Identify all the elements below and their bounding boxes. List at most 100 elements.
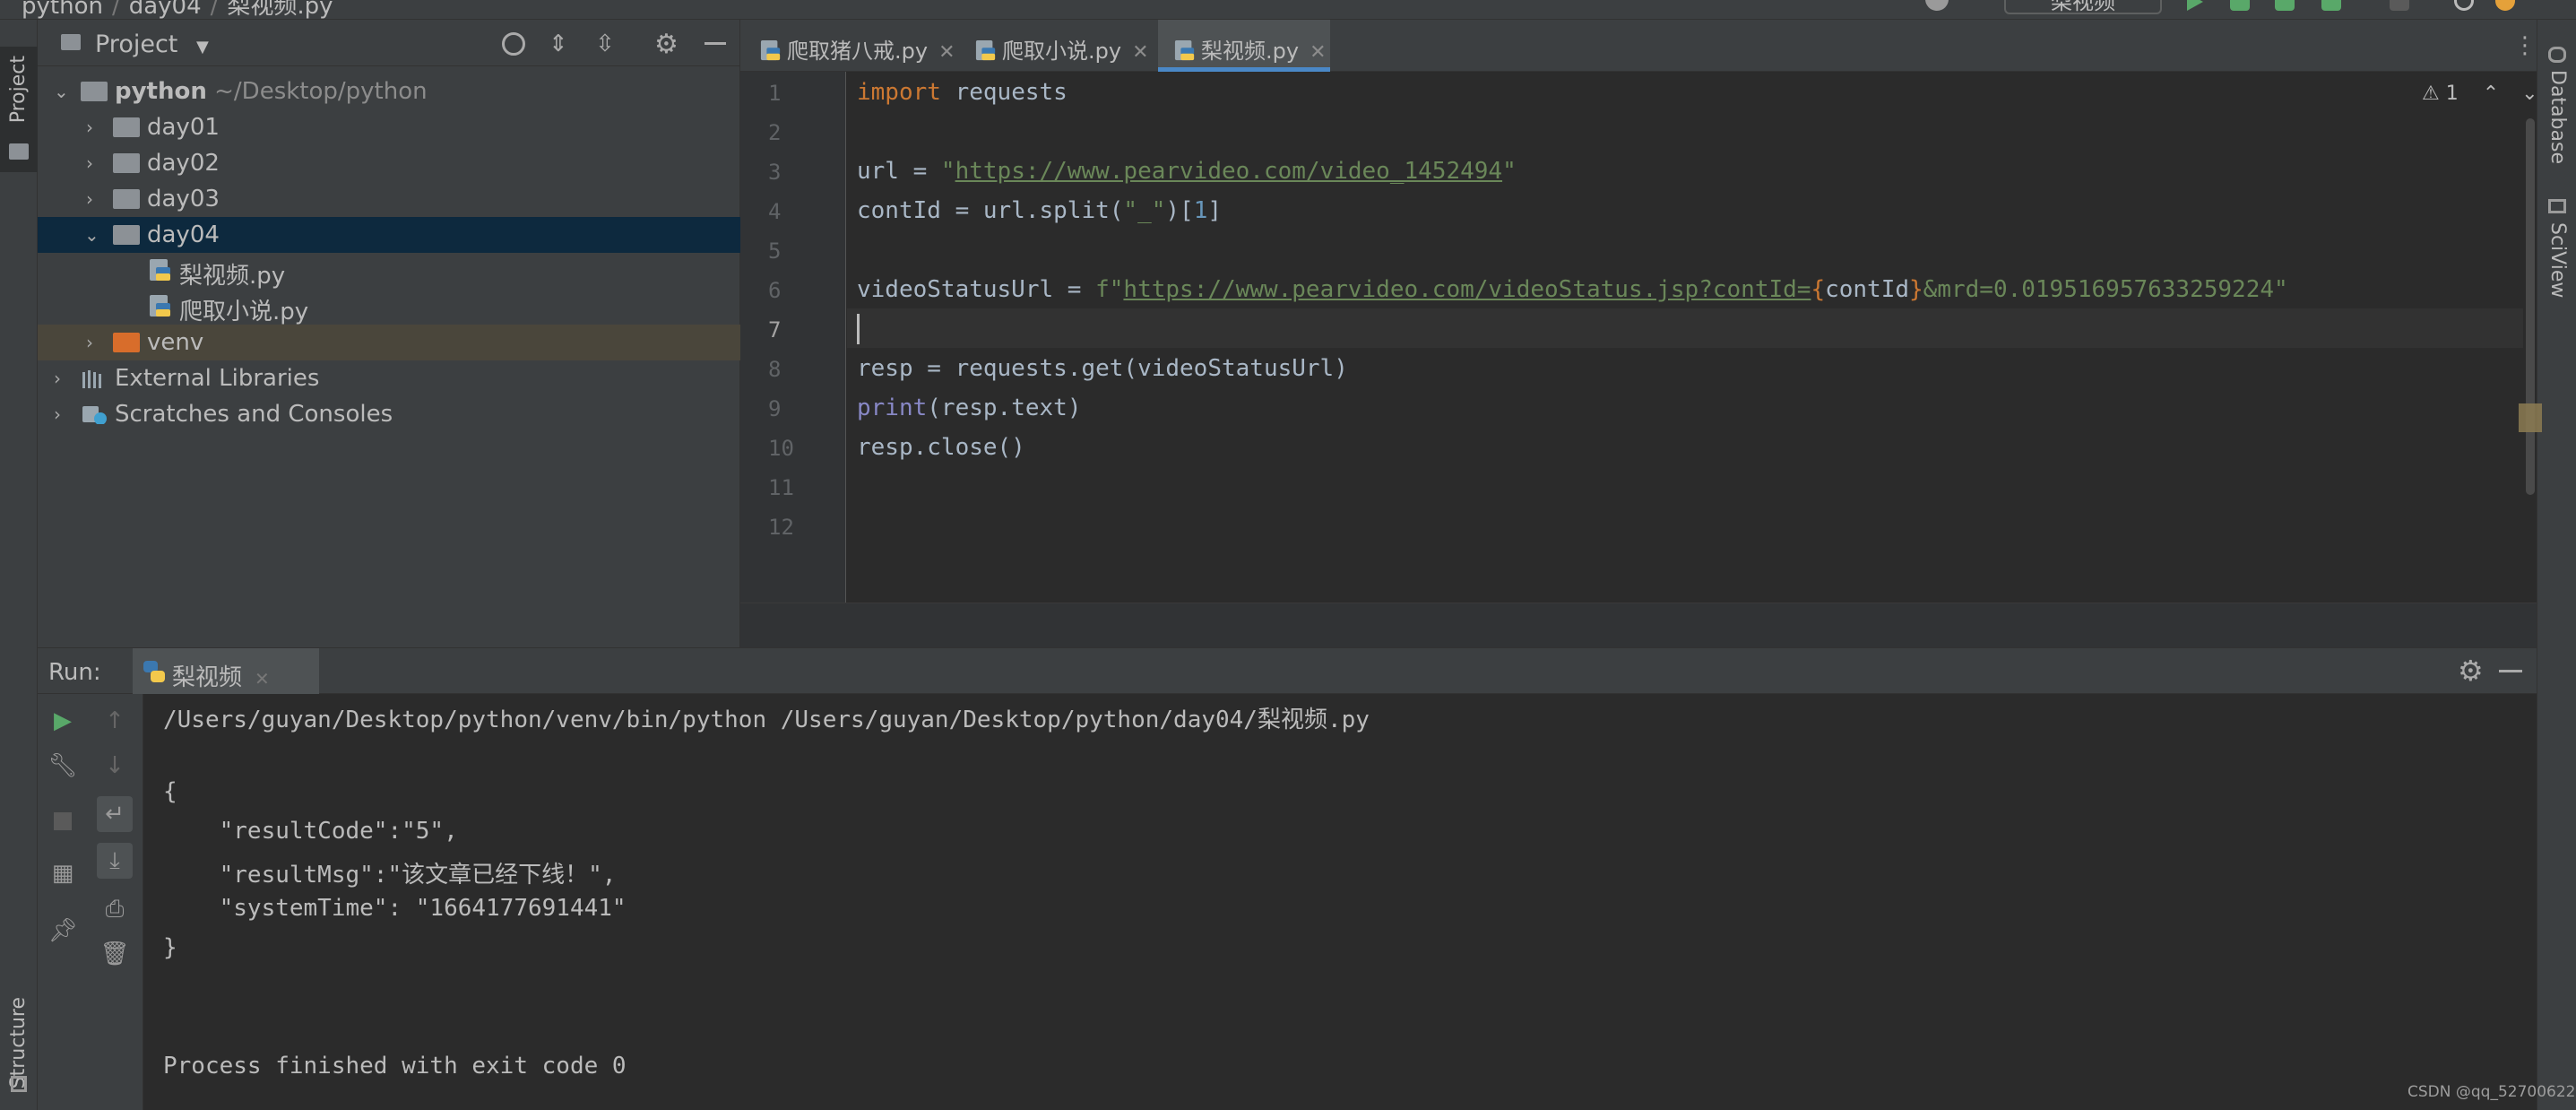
chevron-right-icon[interactable]: › — [86, 152, 93, 174]
search-everywhere-icon[interactable] — [2454, 0, 2474, 11]
project-panel-header: Project ▼ ⇕ ⇳ ⚙ — [38, 20, 740, 66]
tab-file-novel[interactable]: 爬取小说.py ✕ — [975, 20, 1160, 72]
more-tabs-icon[interactable]: ⋮ — [2513, 32, 2537, 59]
tree-item-python[interactable]: ⌄ python ~/Desktop/python — [38, 74, 740, 109]
tree-item-label: day03 — [147, 186, 220, 212]
coverage-icon[interactable] — [2275, 0, 2295, 11]
wrench-icon[interactable]: 🔧︎ — [45, 748, 81, 784]
database-tool-button[interactable]: Database — [2546, 70, 2569, 164]
code-token: resp.close() — [857, 434, 1025, 461]
chevron-right-icon[interactable]: › — [86, 117, 93, 138]
tab-file-zbj[interactable]: 爬取猪八戒.py ✕ — [760, 20, 955, 72]
console-exit-line: Process finished with exit code 0 — [163, 1053, 627, 1080]
code-line-3: url = "https://www.pearvideo.com/video_1… — [857, 158, 1517, 185]
string-token: &mrd=0.019516957633259224" — [1923, 276, 2288, 303]
chevron-up-icon[interactable]: ⌃ — [2483, 82, 2499, 105]
print-icon[interactable]: ⎙ — [97, 891, 133, 927]
layout-icon[interactable]: ▦ — [45, 855, 81, 891]
tree-item-day02[interactable]: › day02 — [38, 145, 740, 181]
scrollbar-marker[interactable] — [2519, 403, 2542, 432]
close-icon[interactable]: ✕ — [938, 41, 955, 64]
tree-item-scratches[interactable]: › Scratches and Consoles — [38, 396, 740, 432]
update-icon[interactable] — [2495, 0, 2515, 11]
breadcrumb-item-file[interactable]: 梨视频.py — [227, 0, 333, 19]
vcs-user-icon[interactable] — [1925, 0, 1949, 11]
gear-icon[interactable]: ⚙ — [654, 29, 679, 60]
run-tab[interactable]: 梨视频 ✕ — [133, 648, 319, 695]
run-panel-label: Run: — [48, 659, 101, 686]
stop-icon[interactable] — [2390, 0, 2409, 11]
expand-all-icon[interactable]: ⇕ — [549, 30, 568, 57]
close-icon[interactable]: ✕ — [1310, 41, 1326, 64]
chevron-down-icon[interactable]: ⌄ — [54, 81, 69, 102]
string-token: "_" — [1123, 197, 1166, 224]
python-file-icon — [150, 259, 170, 281]
run-icon[interactable] — [2187, 0, 2203, 11]
string-token: " — [940, 158, 955, 185]
project-view-label: Project — [95, 30, 178, 58]
chevron-right-icon[interactable]: › — [86, 188, 93, 210]
run-console[interactable]: /Users/guyan/Desktop/python/venv/bin/pyt… — [143, 694, 2537, 1110]
project-view-selector[interactable]: Project ▼ — [95, 30, 209, 58]
database-icon[interactable] — [2548, 47, 2566, 63]
run-configuration-select[interactable]: 梨视频 — [2004, 0, 2162, 14]
soft-wrap-icon[interactable]: ↵ — [97, 796, 133, 832]
folder-icon — [113, 153, 140, 173]
close-icon[interactable]: ✕ — [1132, 41, 1148, 64]
down-arrow-icon[interactable]: ↓ — [97, 748, 133, 784]
url-link[interactable]: https://www.pearvideo.com/videoStatus.js… — [1123, 276, 1811, 303]
stop-icon[interactable] — [45, 803, 81, 839]
close-icon[interactable]: ✕ — [255, 668, 270, 689]
tree-item-day01[interactable]: › day01 — [38, 109, 740, 145]
run-toolbar: ▶ ↑ 🔧︎ ↓ ↵ ⤓ ▦ ⎙ 📌︎ 🗑︎ — [38, 694, 143, 1110]
tree-item-day03[interactable]: › day03 — [38, 181, 740, 217]
trash-icon[interactable]: 🗑︎ — [97, 936, 133, 972]
tree-item-venv[interactable]: › venv — [38, 325, 740, 360]
warning-icon: ⚠ — [2422, 82, 2440, 105]
libraries-icon — [82, 370, 101, 388]
chevron-down-icon[interactable]: ⌄ — [2521, 82, 2537, 105]
tree-item-label: day01 — [147, 114, 220, 141]
scroll-to-end-icon[interactable]: ⤓ — [97, 843, 133, 879]
line-number: 9 — [768, 396, 782, 421]
up-arrow-icon[interactable]: ↑ — [97, 703, 133, 739]
locate-file-icon[interactable] — [502, 32, 525, 56]
url-link[interactable]: https://www.pearvideo.com/video_1452494 — [955, 158, 1502, 185]
python-file-icon — [760, 40, 781, 61]
python-file-icon — [1174, 40, 1195, 61]
profile-icon[interactable] — [2321, 0, 2341, 11]
sciview-tool-button[interactable]: SciView — [2546, 222, 2569, 298]
console-output-line: } — [163, 934, 177, 961]
line-number: 2 — [768, 120, 782, 145]
breadcrumb-item-python[interactable]: python — [22, 0, 103, 19]
inspection-widget[interactable]: ⚠ 1 ⌃ ⌄ — [2422, 82, 2538, 105]
sciview-icon[interactable] — [2548, 199, 2566, 213]
chevron-right-icon[interactable]: › — [54, 403, 61, 425]
pin-icon[interactable]: 📌︎ — [45, 913, 81, 949]
gear-icon[interactable]: ⚙ — [2458, 654, 2484, 688]
chevron-right-icon[interactable]: › — [54, 368, 61, 389]
structure-tool-label: Structure — [7, 997, 30, 1089]
editor-scrollbar[interactable] — [2526, 118, 2535, 495]
chevron-right-icon[interactable]: › — [86, 332, 93, 353]
tree-item-label: Scratches and Consoles — [115, 401, 393, 428]
line-number-current: 7 — [768, 317, 782, 343]
tree-item-external-libraries[interactable]: › External Libraries — [38, 360, 740, 396]
hide-panel-icon[interactable] — [705, 42, 726, 45]
collapse-all-icon[interactable]: ⇳ — [595, 30, 615, 57]
code-editor[interactable]: 1 2 3 4 5 6 7 8 9 10 11 12 import reques… — [740, 72, 2542, 603]
rerun-icon[interactable]: ▶ — [45, 703, 81, 739]
chevron-down-icon[interactable]: ⌄ — [84, 224, 99, 246]
tree-item-label: External Libraries — [115, 365, 320, 392]
hide-panel-icon[interactable] — [2499, 670, 2522, 672]
tree-item-day04[interactable]: ⌄ day04 — [38, 217, 740, 253]
project-tool-window-button[interactable]: Project — [0, 47, 38, 172]
tree-item-file-pear-video[interactable]: 梨视频.py — [38, 253, 740, 290]
tree-item-file-novel[interactable]: 爬取小说.py — [38, 289, 740, 325]
tab-label: 梨视频.py — [1201, 39, 1300, 64]
console-output-line: "systemTime": "1664177691441" — [163, 895, 627, 922]
string-token: f" — [1095, 276, 1124, 303]
debug-icon[interactable] — [2230, 0, 2250, 11]
tab-file-pear-video[interactable]: 梨视频.py ✕ — [1158, 20, 1330, 72]
breadcrumb-item-day04[interactable]: day04 — [129, 0, 202, 19]
